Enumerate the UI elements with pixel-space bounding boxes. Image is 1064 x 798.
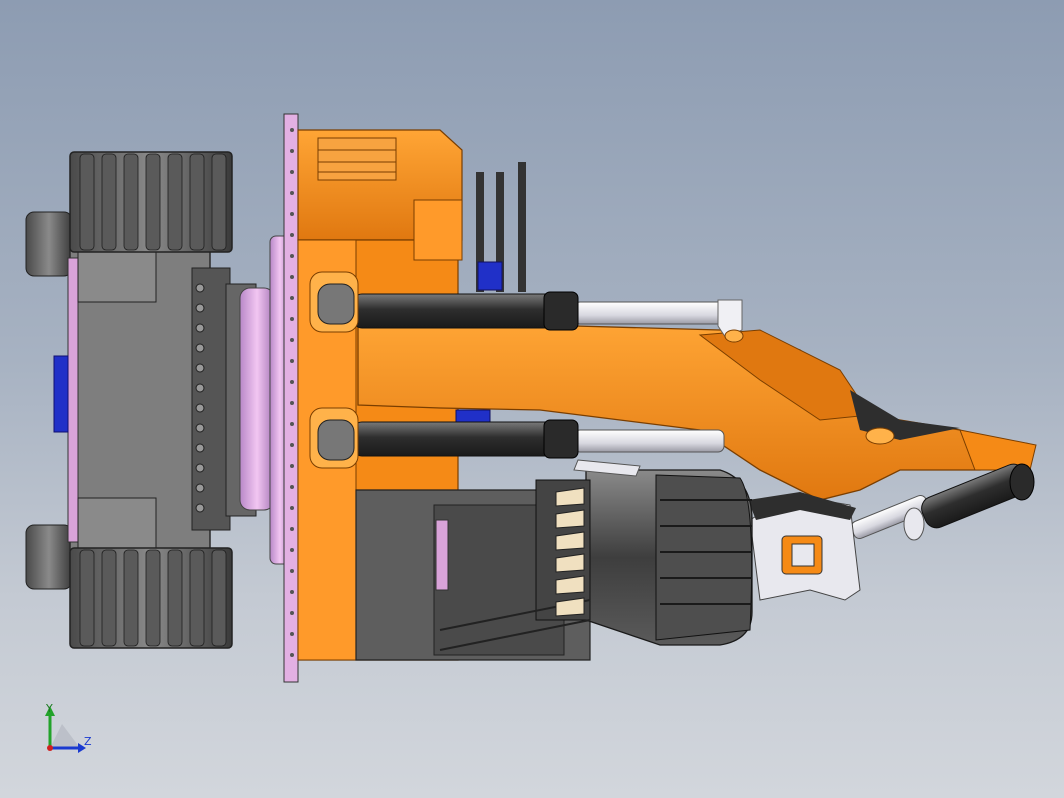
- plate-bolt: [290, 611, 294, 615]
- hydraulic-motor: [53, 355, 69, 433]
- plate-bolt: [290, 632, 294, 636]
- track-shoe: [145, 153, 161, 251]
- undercarriage: [25, 113, 299, 683]
- plate-bolt: [290, 569, 294, 573]
- x-axis-dot: [47, 745, 53, 751]
- plate-bolt: [290, 212, 294, 216]
- plate-bolt: [290, 653, 294, 657]
- track-shoe: [145, 549, 161, 647]
- triad-base-shadow: [50, 724, 80, 748]
- plate-bolt: [290, 296, 294, 300]
- bolt-head: [195, 383, 205, 393]
- cylinder-collar-upper: [543, 291, 579, 331]
- track-shoe: [189, 549, 205, 647]
- cylinder-rod-upper: [573, 301, 727, 325]
- swing-ring-pink: [239, 287, 275, 511]
- plate-bolt: [290, 506, 294, 510]
- plate-bolt: [290, 422, 294, 426]
- plate-bolt: [290, 317, 294, 321]
- plate-bolt: [290, 485, 294, 489]
- side-block: [413, 199, 463, 261]
- track-shoe: [123, 153, 139, 251]
- carbody-top-block: [77, 251, 157, 303]
- track-shoe: [189, 153, 205, 251]
- bolt-head: [195, 303, 205, 313]
- turntable-plate: [283, 113, 299, 683]
- plate-bolt: [290, 191, 294, 195]
- bolt-head: [195, 403, 205, 413]
- track-shoe: [211, 549, 227, 647]
- track-shoe: [167, 549, 183, 647]
- z-axis-label: Z: [84, 735, 92, 748]
- plate-bolt: [290, 359, 294, 363]
- bolt-head: [195, 463, 205, 473]
- track-shoe: [211, 153, 227, 251]
- cad-viewport[interactable]: Y Z: [0, 0, 1064, 798]
- plate-bolt: [290, 170, 294, 174]
- axis-triad: Y Z: [45, 702, 92, 753]
- blue-valve: [477, 261, 503, 291]
- carbody-bottom-block: [77, 497, 157, 549]
- stick-cylinder-gland: [903, 507, 925, 541]
- plate-bolt: [290, 443, 294, 447]
- top-slot-block: [317, 137, 397, 181]
- plate-bolt: [290, 254, 294, 258]
- boom-pin: [865, 427, 895, 445]
- bolt-head: [195, 483, 205, 493]
- bolt-head: [195, 343, 205, 353]
- idler-wheel-top: [25, 211, 73, 277]
- track-shoe: [167, 153, 183, 251]
- plate-bolt: [290, 233, 294, 237]
- plate-bolt: [290, 590, 294, 594]
- plate-bolt: [290, 338, 294, 342]
- plate-bolt: [290, 149, 294, 153]
- white-link: [573, 459, 641, 477]
- idler-wheel-bottom: [25, 524, 73, 590]
- plate-bolt: [290, 380, 294, 384]
- carbody-pink-strip: [67, 257, 79, 543]
- bolt-head: [195, 503, 205, 513]
- bolt-head: [195, 283, 205, 293]
- bolt-head: [195, 323, 205, 333]
- plate-bolt: [290, 128, 294, 132]
- pink-side-strip: [435, 519, 449, 591]
- bolt-head: [195, 363, 205, 373]
- track-shoe: [123, 549, 139, 647]
- pin-small: [724, 329, 744, 343]
- bolt-head: [195, 423, 205, 433]
- clevis-eye-upper: [317, 283, 355, 325]
- track-shoe: [79, 549, 95, 647]
- cylinder-collar-lower: [543, 419, 579, 459]
- track-shoe: [79, 153, 95, 251]
- bolt-head: [195, 443, 205, 453]
- plate-bolt: [290, 401, 294, 405]
- clevis-eye-lower: [317, 419, 355, 461]
- plate-bolt: [290, 275, 294, 279]
- plate-bolt: [290, 548, 294, 552]
- plate-bolt: [290, 464, 294, 468]
- track-shoe: [101, 549, 117, 647]
- track-shoe: [101, 153, 117, 251]
- y-axis-label: Y: [45, 702, 53, 715]
- cylinder-rod-lower: [573, 429, 725, 453]
- link-window-inner: [791, 543, 815, 567]
- plate-bolt: [290, 527, 294, 531]
- model-render: Y Z: [25, 113, 1037, 753]
- stick-cylinder-end: [1009, 463, 1035, 501]
- pipe: [518, 162, 526, 292]
